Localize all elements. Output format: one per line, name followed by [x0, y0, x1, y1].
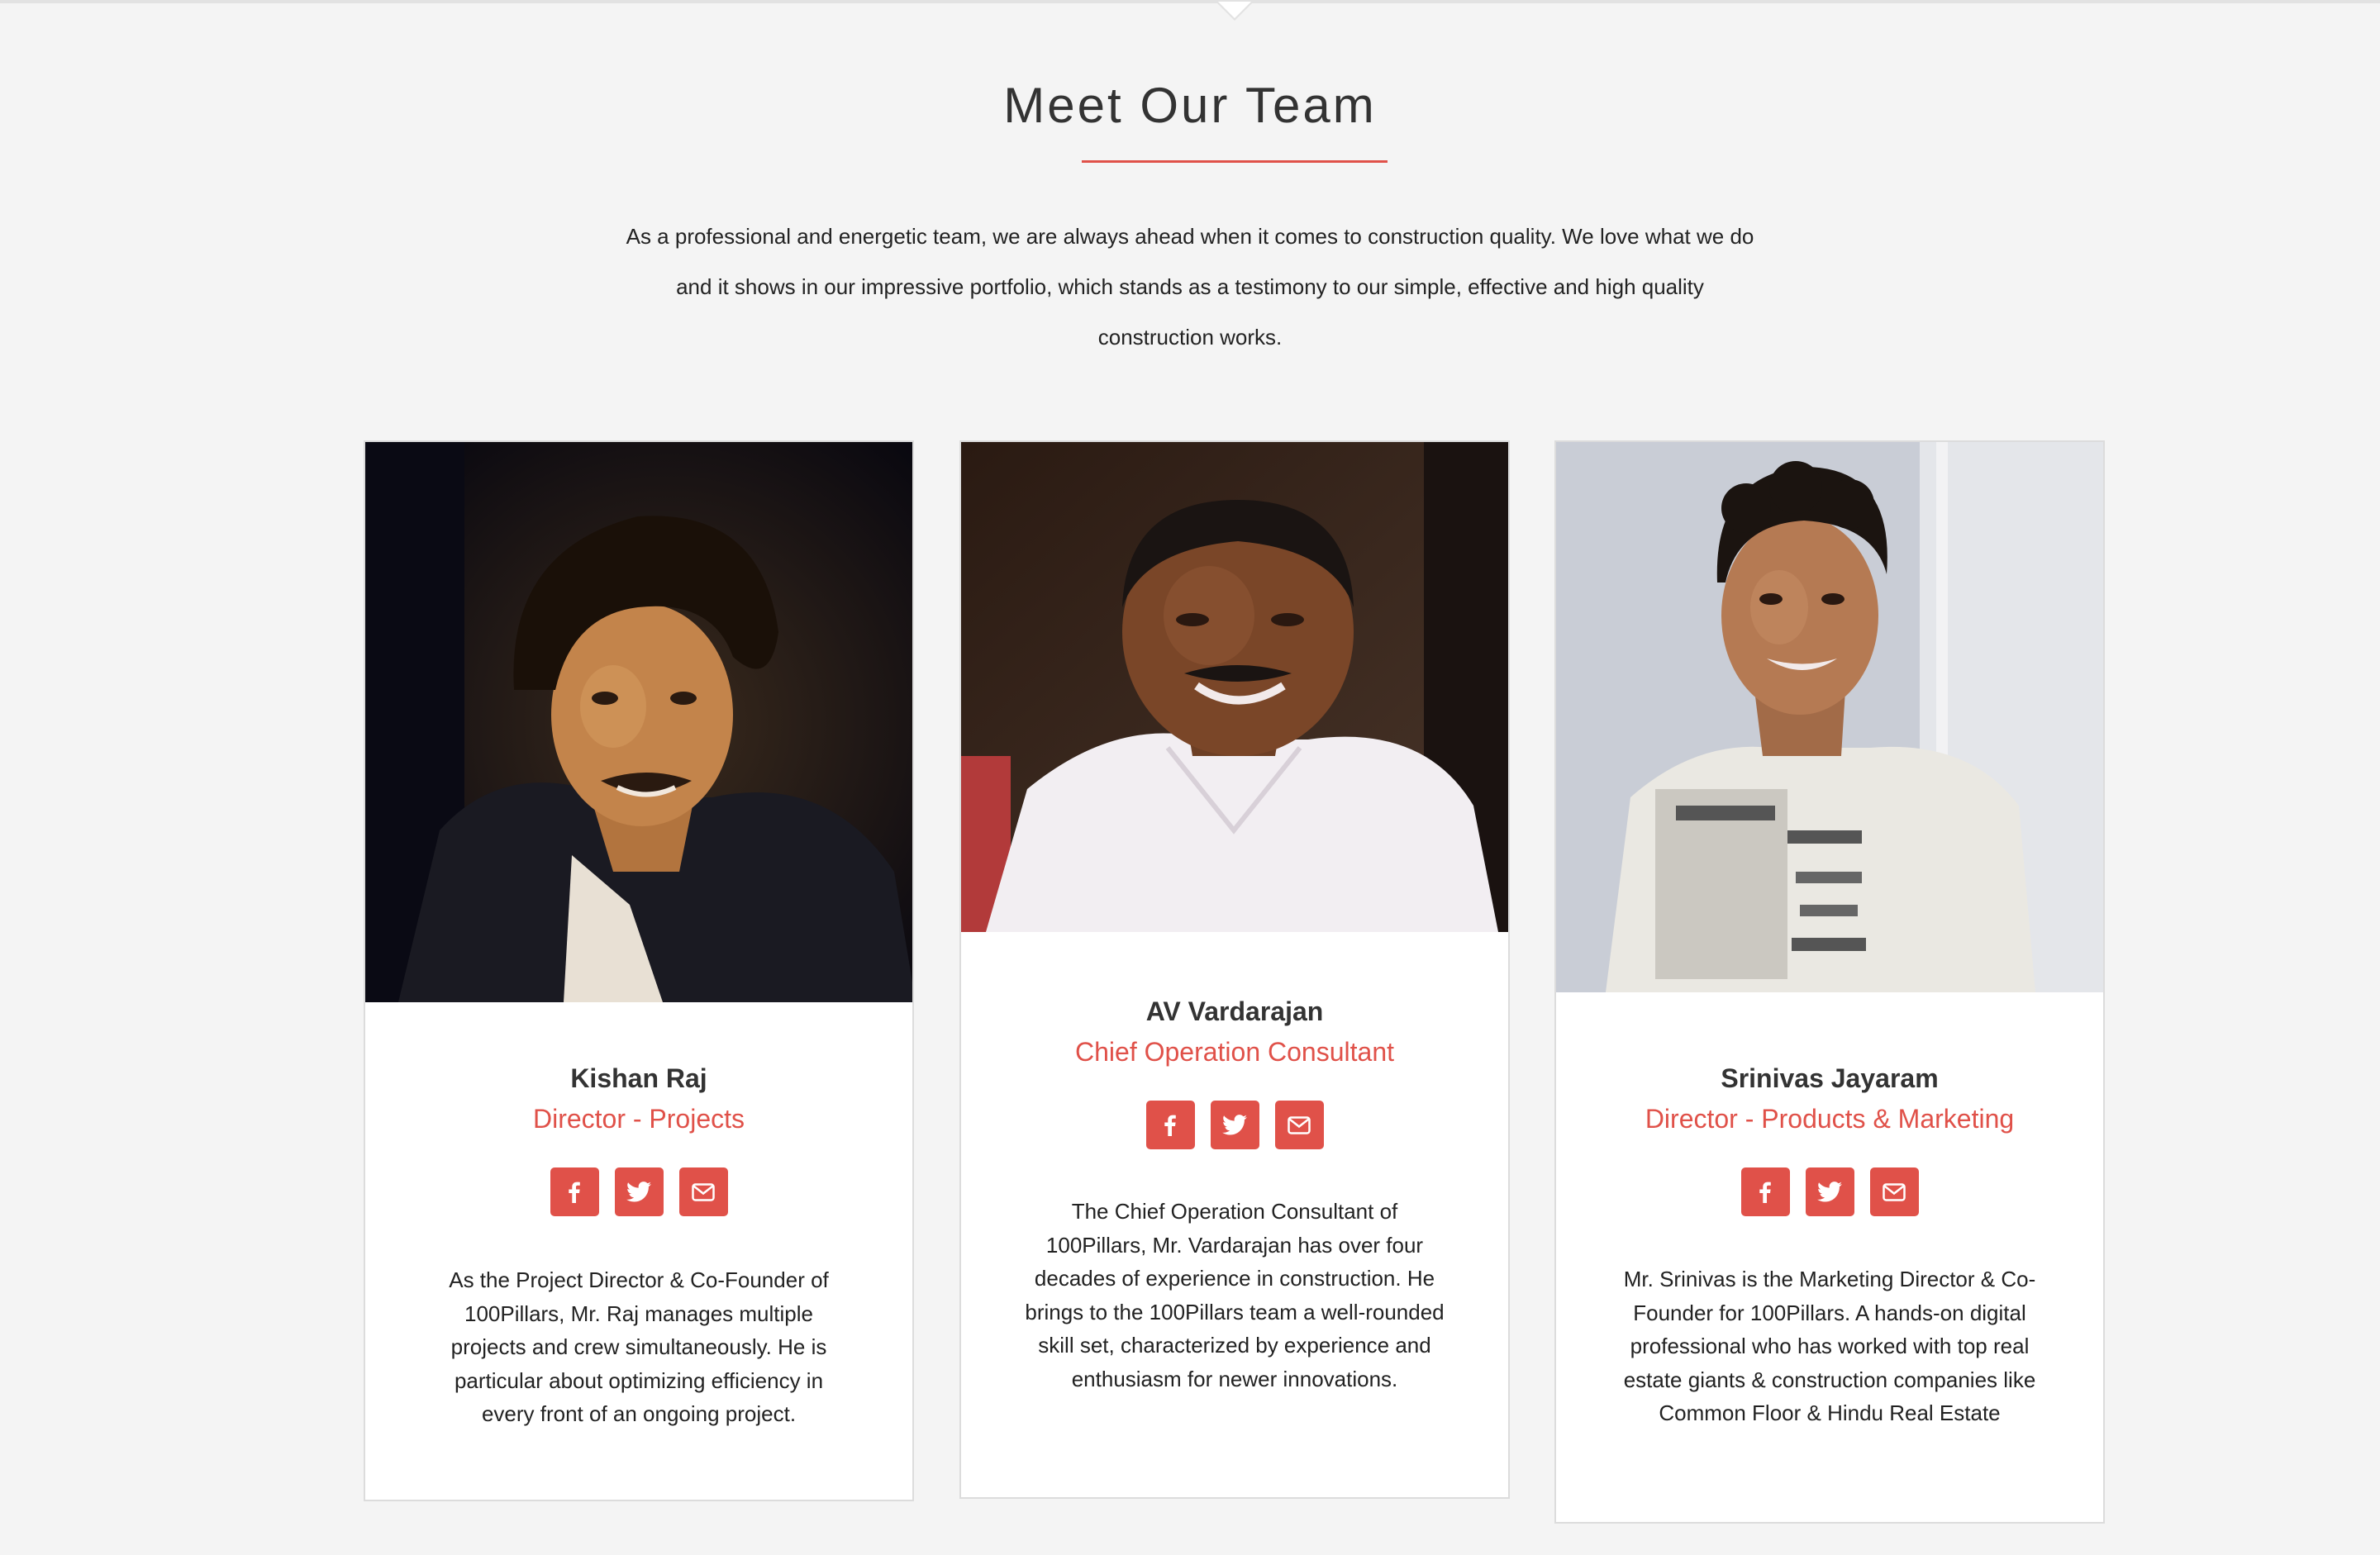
team-card-av-vardarajan: AV Vardarajan Chief Operation Consultant…	[959, 440, 1510, 1499]
team-member-role: Director - Projects	[532, 1104, 745, 1134]
envelope-icon	[692, 1182, 715, 1201]
team-info: Kishan Raj Director - Projects As the Pr…	[365, 1002, 912, 1431]
team-member-role: Chief Operation Consultant	[1075, 1037, 1394, 1067]
team-member-bio: The Chief Operation Consultant of 100Pil…	[1025, 1199, 1445, 1391]
team-member-role: Director - Products & Marketing	[1645, 1104, 2015, 1134]
social-links	[961, 1101, 1508, 1149]
team-member-name: Srinivas Jayaram	[1721, 1063, 1939, 1093]
facebook-button[interactable]	[1145, 1101, 1195, 1149]
section-title: Meet Our Team	[1003, 78, 1377, 133]
facebook-icon	[569, 1182, 580, 1203]
top-divider	[0, 0, 2380, 3]
team-card-kishan-raj: Kishan Raj Director - Projects As the Pr…	[364, 440, 914, 1501]
team-info: Srinivas Jayaram Director - Products & M…	[1556, 992, 2103, 1430]
twitter-icon	[1817, 1182, 1842, 1202]
twitter-button[interactable]	[614, 1167, 664, 1216]
twitter-icon	[626, 1182, 651, 1202]
envelope-icon	[1288, 1115, 1311, 1134]
twitter-button[interactable]	[1805, 1167, 1854, 1216]
facebook-button[interactable]	[550, 1167, 599, 1216]
twitter-button[interactable]	[1210, 1101, 1259, 1149]
team-info: AV Vardarajan Chief Operation Consultant…	[961, 932, 1508, 1396]
envelope-icon	[1883, 1182, 1906, 1201]
team-photo-kishan-raj	[365, 442, 912, 1002]
team-photo-av-vardarajan	[961, 442, 1508, 932]
email-button[interactable]	[1869, 1167, 1919, 1216]
email-button[interactable]	[678, 1167, 728, 1216]
team-photo-srinivas-jayaram	[1556, 442, 2103, 992]
section-intro: As a professional and energetic team, we…	[626, 224, 1754, 350]
email-button[interactable]	[1274, 1101, 1324, 1149]
twitter-icon	[1222, 1115, 1247, 1135]
facebook-button[interactable]	[1740, 1167, 1790, 1216]
title-underline	[1082, 160, 1388, 163]
social-links	[365, 1167, 912, 1216]
team-member-bio: As the Project Director & Co-Founder of …	[449, 1267, 829, 1426]
team-member-name: AV Vardarajan	[1145, 996, 1324, 1026]
social-links	[1556, 1167, 2103, 1216]
section-notch-inner	[1218, 2, 1251, 18]
team-member-name: Kishan Raj	[570, 1063, 707, 1093]
facebook-icon	[1759, 1182, 1771, 1203]
team-card-srinivas-jayaram: Srinivas Jayaram Director - Products & M…	[1554, 440, 2105, 1524]
team-member-bio: Mr. Srinivas is the Marketing Director &…	[1623, 1267, 2036, 1425]
facebook-icon	[1164, 1115, 1176, 1136]
